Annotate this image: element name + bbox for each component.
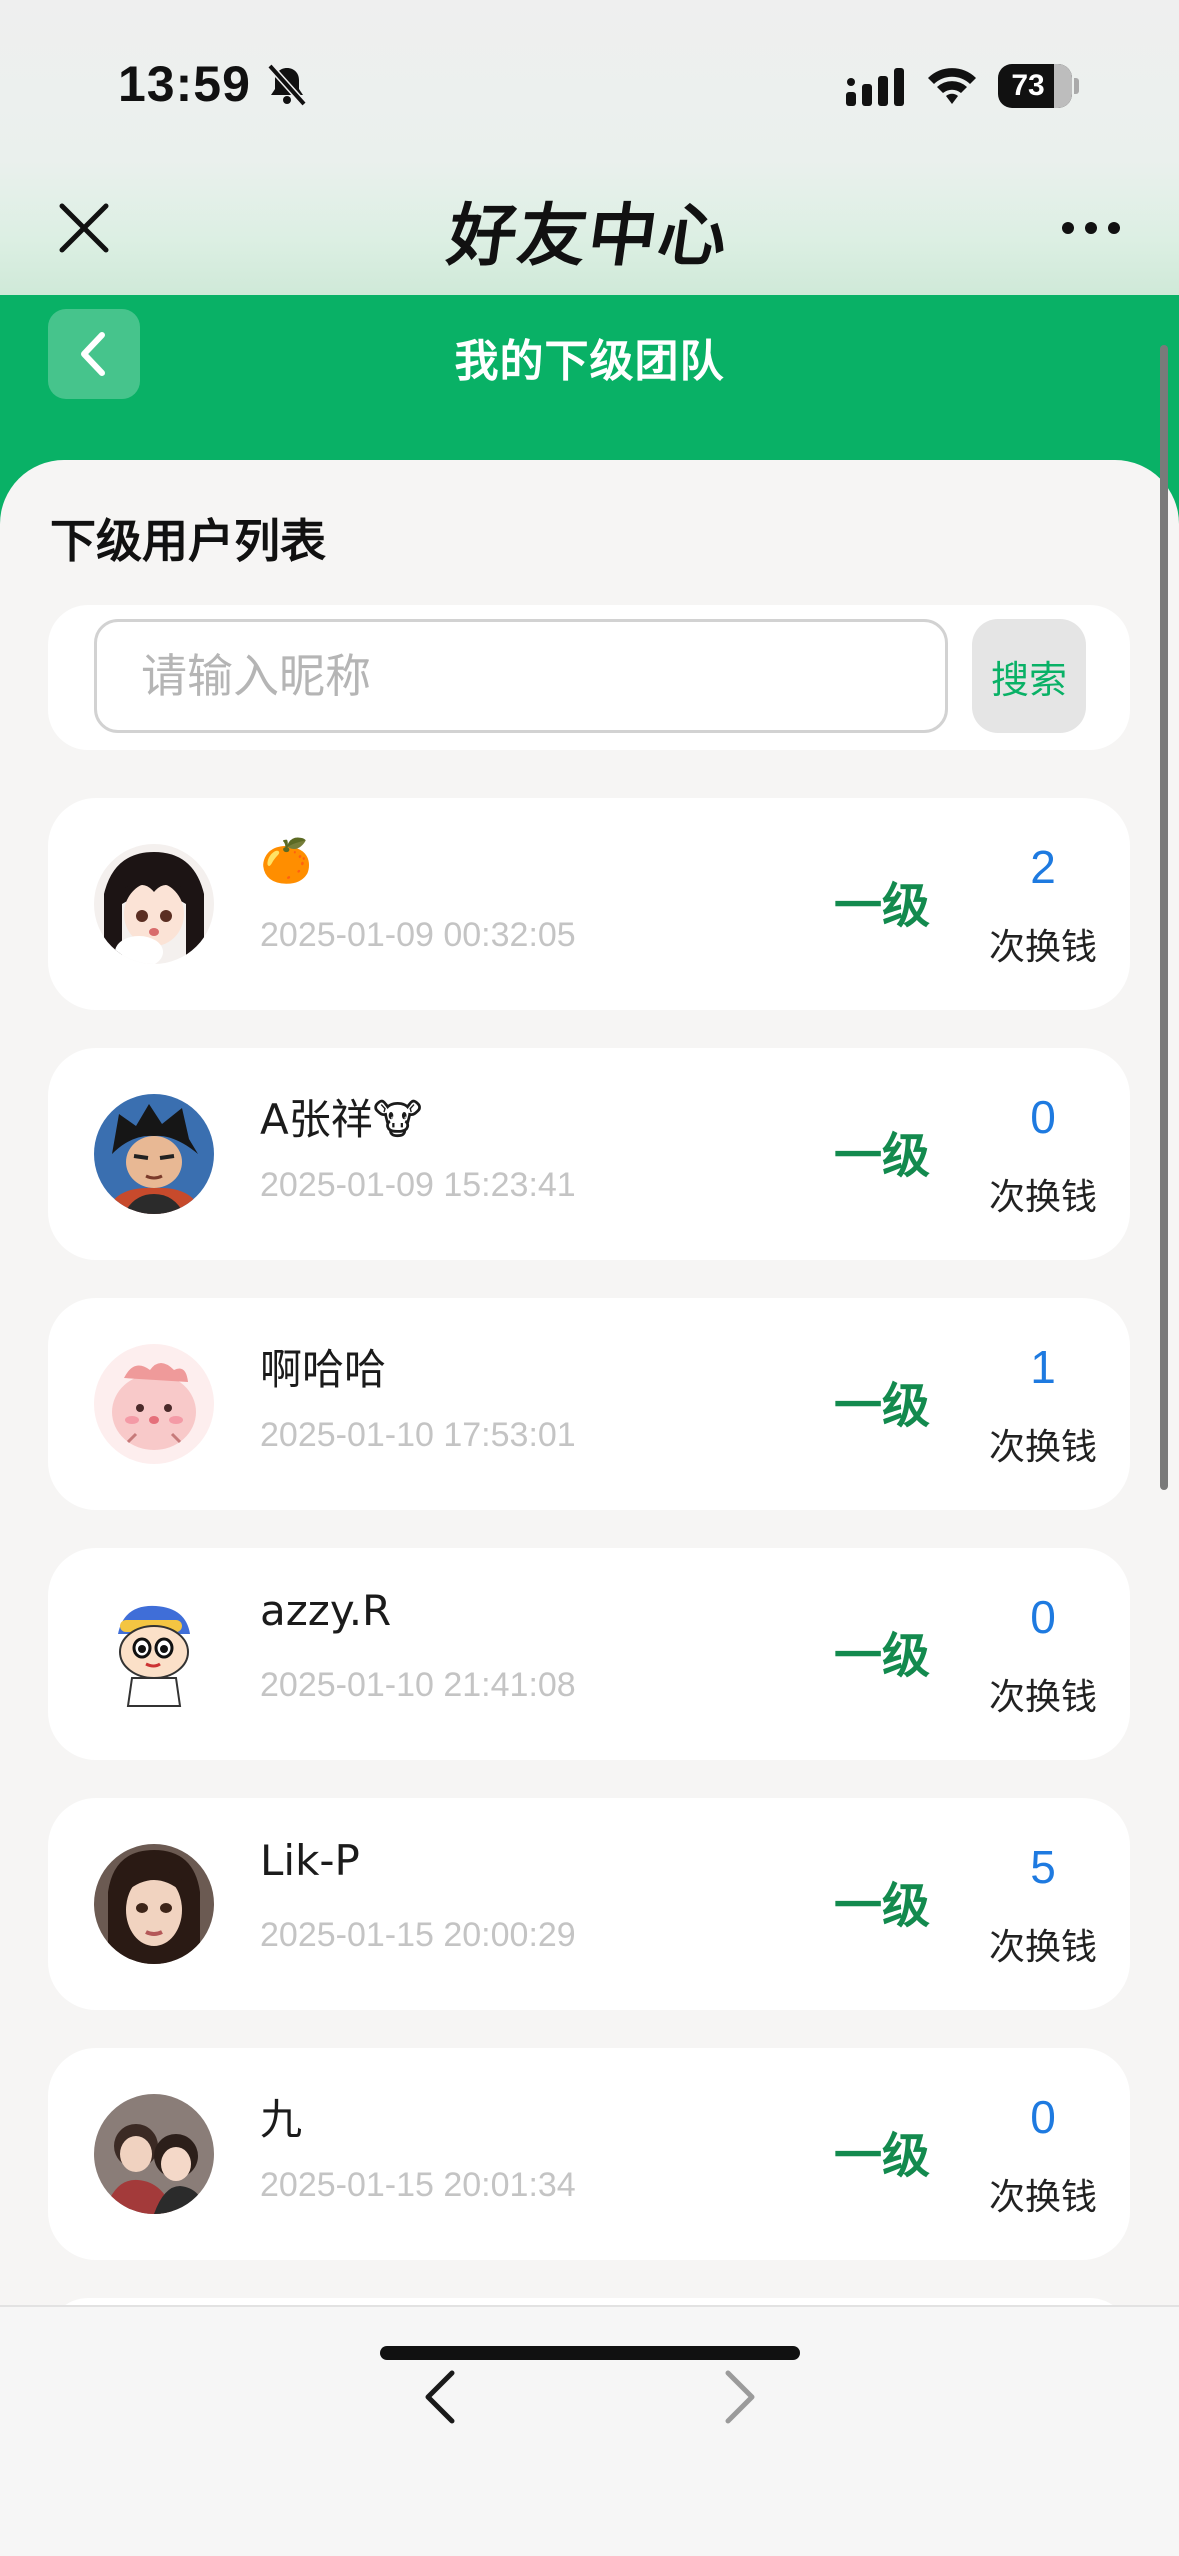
level-badge: 一级 [834,2128,931,2184]
avatar [94,2094,214,2214]
avatar [94,844,214,964]
exchange-count: 1 [1030,1341,1056,1393]
user-list: 🍊 2025-01-09 00:32:05 一级 2 次换钱 A张祥🐮 2025… [48,798,1130,2305]
level-badge: 一级 [834,878,931,934]
level-badge: 一级 [834,1628,931,1684]
mini-program-title: 好友中心 [442,197,735,276]
exchange-count: 2 [1030,841,1056,893]
status-bar: 13:59 73 [0,0,1179,150]
search-bar: 搜索 [48,605,1130,750]
join-date: 2025-01-10 21:41:08 [260,1666,576,1704]
avatar [94,1844,214,1964]
user-name: Lik-P [260,1836,360,1885]
bell-off-icon [267,63,307,107]
user-name: A张祥🐮 [260,1095,423,1144]
exchange-label: 次换钱 [988,1927,1097,1968]
join-date: 2025-01-09 00:32:05 [260,916,576,954]
browser-nav-bar [0,2305,1179,2556]
exchange-label: 次换钱 [988,927,1097,968]
scrollbar[interactable] [1160,345,1168,1490]
join-date: 2025-01-15 20:00:29 [260,1916,576,1954]
list-item[interactable]: 🍊 2025-01-09 00:32:05 一级 2 次换钱 [48,798,1130,1010]
mini-program-header: 好友中心 [0,150,1179,295]
avatar [94,1594,214,1714]
battery-level: 73 [1011,69,1045,102]
nav-back-icon[interactable] [418,2357,462,2437]
battery-indicator: 73 [998,64,1079,108]
signal-icon [846,68,904,106]
level-badge: 一级 [834,1378,931,1434]
list-item [48,2298,1130,2305]
join-date: 2025-01-15 20:01:34 [260,2166,576,2204]
list-item[interactable]: 啊哈哈 2025-01-10 17:53:01 一级 1 次换钱 [48,1298,1130,1510]
exchange-count: 0 [1030,2091,1056,2143]
exchange-label: 次换钱 [988,1427,1097,1468]
section-title: 下级用户列表 [50,514,326,568]
list-item[interactable]: azzy.R 2025-01-10 21:41:08 一级 0 次换钱 [48,1548,1130,1760]
wifi-icon [928,68,976,104]
status-time: 13:59 [118,56,251,112]
level-badge: 一级 [834,1128,931,1184]
content-panel: 下级用户列表 搜索 🍊 2025-01-09 00:32:05 一级 [0,460,1179,2305]
list-item[interactable]: A张祥🐮 2025-01-09 15:23:41 一级 0 次换钱 [48,1048,1130,1260]
exchange-label: 次换钱 [988,1177,1097,1218]
user-name: 九 [260,2095,303,2144]
exchange-count: 0 [1030,1091,1056,1143]
avatar [94,1094,214,1214]
home-indicator [380,2346,800,2360]
exchange-count: 5 [1030,1841,1056,1893]
avatar [94,1344,214,1464]
level-badge: 一级 [834,1878,931,1934]
join-date: 2025-01-10 17:53:01 [260,1416,576,1454]
search-button[interactable]: 搜索 [972,619,1086,733]
list-item[interactable]: Lik-P 2025-01-15 20:00:29 一级 5 次换钱 [48,1798,1130,2010]
user-name: 🍊 [260,836,313,885]
user-name: 啊哈哈 [260,1345,387,1394]
search-input[interactable] [94,619,948,733]
more-icon[interactable] [1060,218,1122,238]
exchange-label: 次换钱 [988,2177,1097,2218]
list-item[interactable]: 九 2025-01-15 20:01:34 一级 0 次换钱 [48,2048,1130,2260]
page-title: 我的下级团队 [454,336,725,387]
exchange-label: 次换钱 [988,1677,1097,1718]
join-date: 2025-01-09 15:23:41 [260,1166,576,1204]
exchange-count: 0 [1030,1591,1056,1643]
user-name: azzy.R [260,1586,392,1635]
nav-forward-icon[interactable] [718,2357,762,2437]
